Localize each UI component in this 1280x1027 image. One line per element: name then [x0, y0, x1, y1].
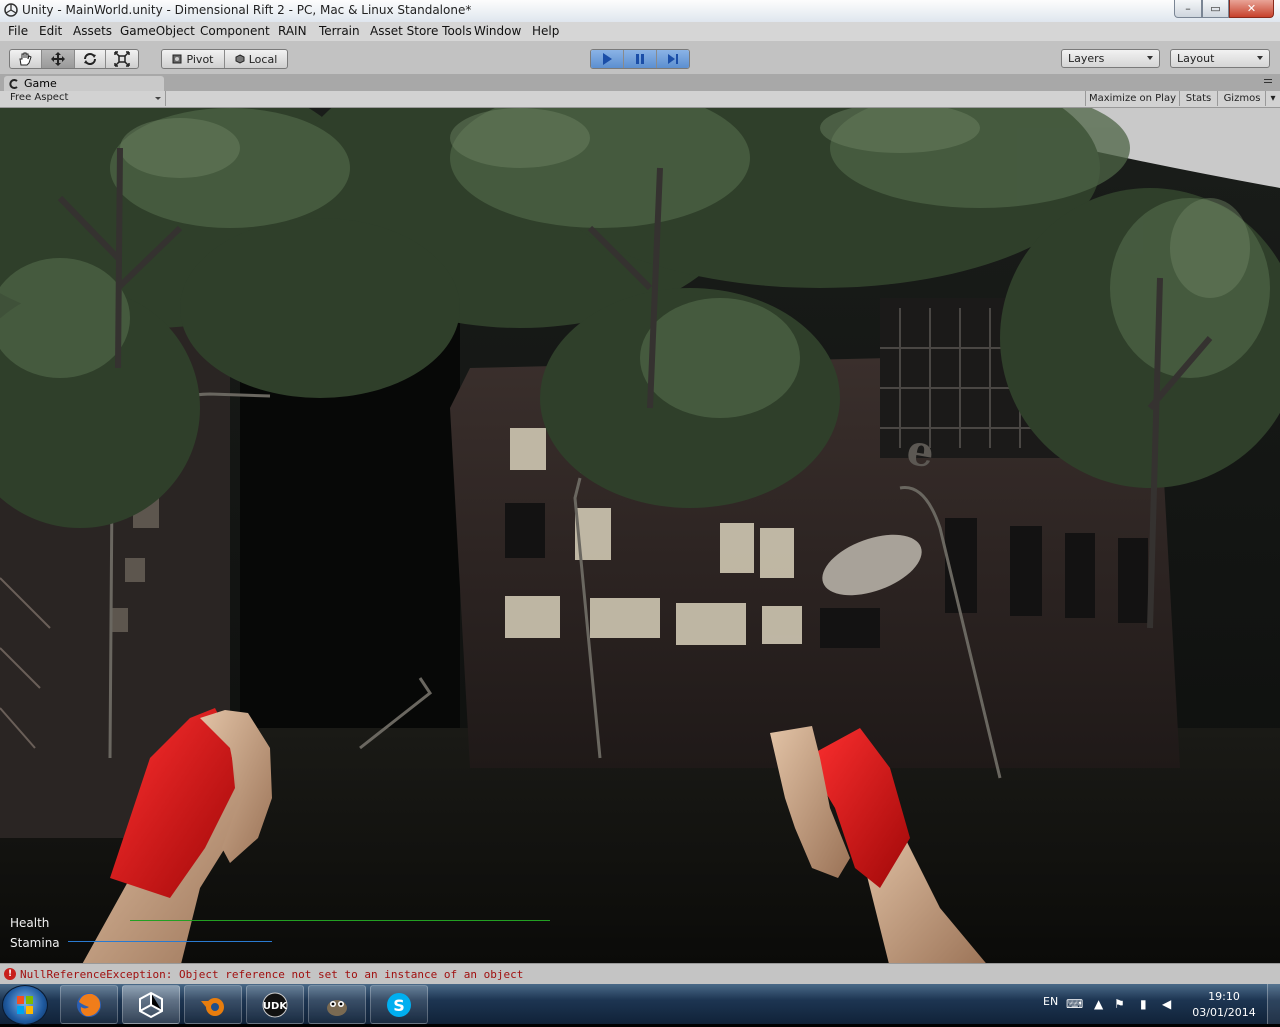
aspect-dropdown[interactable]: Free Aspect [0, 91, 166, 106]
gizmos-toggle[interactable]: Gizmos [1217, 91, 1266, 106]
local-toggle[interactable]: Local [225, 50, 287, 68]
main-toolbar: Pivot Local Layers Layout [0, 41, 1280, 74]
blender-icon [201, 997, 224, 1016]
hud-health-label: Health [10, 916, 50, 930]
windows-logo-icon [17, 996, 33, 1014]
maximize-on-play-toggle[interactable]: Maximize on Play [1085, 91, 1179, 106]
clock-date[interactable]: 03/01/2014 [1192, 1006, 1256, 1019]
layers-label: Layers [1068, 52, 1105, 65]
menu-component[interactable]: Component [200, 24, 270, 38]
udk-label: UDK [263, 1001, 288, 1012]
skype-label: S [393, 996, 405, 1015]
close-button[interactable]: ✕ [1229, 0, 1274, 18]
menu-edit[interactable]: Edit [39, 24, 62, 38]
transform-tools [9, 49, 139, 69]
console-status-bar[interactable]: ! NullReferenceException: Object referen… [0, 963, 1280, 985]
chevron-down-icon [1147, 56, 1153, 60]
pivot-icon [172, 54, 182, 64]
menu-file[interactable]: File [8, 24, 28, 38]
taskbar-firefox[interactable] [60, 985, 118, 1024]
menu-assets[interactable]: Assets [73, 24, 112, 38]
aspect-label: Free Aspect [10, 92, 69, 103]
skype-icon: S [387, 992, 411, 1017]
chevron-down-icon [1257, 56, 1263, 60]
pivot-local-group: Pivot Local [161, 49, 288, 69]
minimize-button[interactable]: – [1174, 0, 1202, 18]
panel-menu-icon[interactable] [1264, 79, 1272, 80]
console-error-message[interactable]: NullReferenceException: Object reference… [20, 968, 523, 981]
tab-game[interactable]: Game [4, 76, 164, 91]
health-bar [130, 920, 550, 921]
taskbar-blender[interactable] [184, 985, 242, 1024]
panel-tab-row: Game [0, 74, 1280, 91]
maximize-button[interactable]: ▭ [1202, 0, 1229, 18]
clock-time[interactable]: 19:10 [1200, 990, 1248, 1003]
pivot-toggle[interactable]: Pivot [162, 50, 225, 68]
step-icon[interactable] [657, 50, 689, 68]
action-center-flag-icon[interactable]: ⚑ [1114, 997, 1125, 1011]
firefox-icon [77, 992, 101, 1017]
udk-icon: UDK [262, 992, 288, 1017]
show-desktop-button[interactable] [1267, 984, 1280, 1024]
network-signal-icon[interactable]: ▮ [1140, 997, 1147, 1011]
local-label: Local [248, 52, 278, 66]
start-button[interactable] [2, 985, 48, 1025]
taskbar-gimp[interactable] [308, 985, 366, 1024]
game-scene: e [0, 108, 1280, 963]
keyboard-icon[interactable]: ⌨ [1066, 997, 1083, 1011]
window-titlebar: Unity - MainWorld.unity - Dimensional Ri… [0, 0, 1280, 23]
stamina-bar [68, 941, 272, 942]
error-icon: ! [4, 968, 16, 980]
tab-game-label: Game [24, 77, 57, 90]
play-controls [590, 49, 690, 69]
layout-label: Layout [1177, 52, 1215, 65]
taskbar-unity[interactable] [122, 985, 180, 1024]
pause-icon[interactable] [624, 50, 657, 68]
os-taskbar: UDK S EN ⌨ ▲ ⚑ ▮ ◀ 19:10 03/01/2014 [0, 984, 1280, 1025]
stamina-bar-fill [68, 941, 272, 942]
menu-gameobject[interactable]: GameObject [120, 24, 195, 38]
local-icon [235, 54, 245, 64]
taskbar-skype[interactable]: S [370, 985, 428, 1024]
menu-bar: File Edit Assets GameObject Component RA… [0, 22, 1280, 41]
volume-icon[interactable]: ◀ [1162, 997, 1171, 1011]
play-icon[interactable] [591, 50, 624, 68]
layers-dropdown[interactable]: Layers [1061, 49, 1160, 68]
language-indicator[interactable]: EN [1043, 995, 1058, 1008]
stats-toggle[interactable]: Stats [1179, 91, 1217, 106]
show-hidden-icons-icon[interactable]: ▲ [1094, 997, 1103, 1011]
taskbar-udk[interactable]: UDK [246, 985, 304, 1024]
gizmos-chevron-icon[interactable]: ▾ [1265, 91, 1280, 106]
menu-help[interactable]: Help [532, 24, 559, 38]
menu-window[interactable]: Window [474, 24, 521, 38]
menu-rain[interactable]: RAIN [278, 24, 307, 38]
rotate-icon[interactable] [75, 50, 107, 68]
hand-icon[interactable] [10, 50, 42, 68]
window-title: Unity - MainWorld.unity - Dimensional Ri… [22, 3, 472, 17]
menu-terrain[interactable]: Terrain [319, 24, 360, 38]
scale-icon[interactable] [106, 50, 138, 68]
game-view-toolbar: Free Aspect Maximize on Play Stats Gizmo… [0, 91, 1280, 108]
move-icon[interactable] [41, 50, 75, 68]
pivot-label: Pivot [186, 52, 214, 66]
layout-dropdown[interactable]: Layout [1170, 49, 1270, 68]
menu-asset-store-tools[interactable]: Asset Store Tools [370, 24, 472, 38]
game-icon [9, 79, 18, 89]
gimp-icon [327, 999, 347, 1016]
hud-stamina-label: Stamina [10, 936, 60, 950]
health-bar-fill [130, 920, 550, 921]
chevron-down-icon [155, 97, 161, 100]
unity-icon [139, 991, 163, 1018]
game-viewport[interactable]: e Health Stamina [0, 108, 1280, 963]
unity-logo-icon [4, 3, 18, 17]
